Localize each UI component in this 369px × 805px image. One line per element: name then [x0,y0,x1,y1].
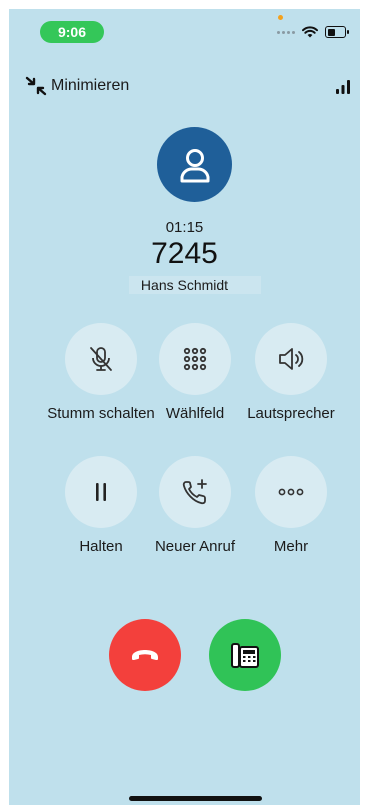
keypad-icon [183,347,207,371]
pause-icon [96,483,106,501]
end-call-button[interactable] [109,619,181,691]
hold-label: Halten [79,538,123,555]
new-call-label: Neuer Anruf [154,538,236,555]
signal-dots-icon [277,30,295,34]
signal-bars-icon[interactable] [335,79,351,95]
more-icon [278,488,304,496]
wifi-icon [302,26,318,38]
hang-up-icon [132,650,158,660]
more-button[interactable] [255,456,327,528]
camera-indicator-dot [278,15,283,20]
mute-label: Stumm schalten [47,405,155,422]
new-call-button[interactable] [159,456,231,528]
status-icons [277,24,349,40]
add-call-icon [182,479,207,505]
minimize-button[interactable]: Minimieren [25,76,129,96]
keypad-button[interactable] [159,323,231,395]
call-duration: 01:15 [165,219,204,236]
speaker-icon [279,348,304,370]
caller-name: Hans Schmidt [140,277,229,293]
speaker-button[interactable] [255,323,327,395]
microphone-off-icon [90,347,112,371]
status-time: 9:06 [40,21,104,43]
speaker-label: Lautsprecher [247,405,335,422]
desk-phone-button[interactable] [209,619,281,691]
call-screen: 9:06 Minimieren 01:15 7245 Hans Schmidt … [9,9,360,805]
desk-phone-icon [231,643,259,668]
more-label: Mehr [273,538,309,555]
keypad-label: Wählfeld [165,405,225,422]
minimize-label: Minimieren [51,77,130,94]
user-icon [180,148,209,182]
minimize-arrows-icon [25,76,47,96]
avatar [157,127,232,202]
caller-number: 7245 [151,237,218,270]
mute-button[interactable] [65,323,137,395]
home-indicator[interactable] [129,796,262,801]
battery-icon [325,26,349,38]
hold-button[interactable] [65,456,137,528]
